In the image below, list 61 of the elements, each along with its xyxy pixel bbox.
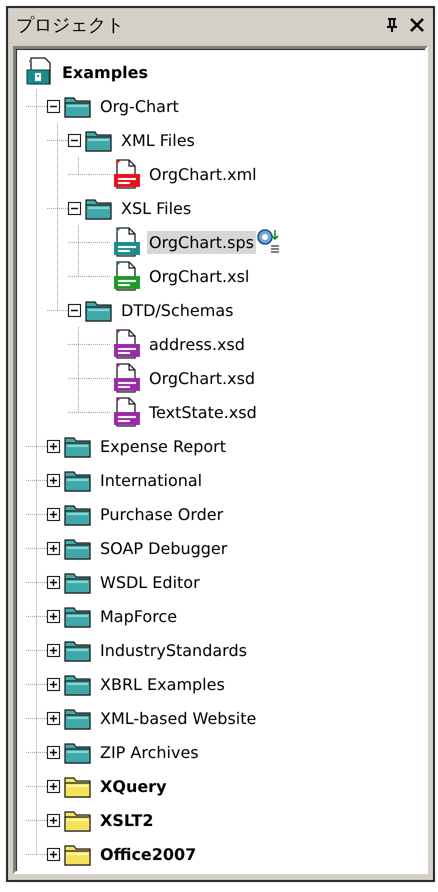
plus-icon [49, 646, 58, 654]
document-icon [111, 159, 141, 189]
folder-item[interactable]: Org-Chart [98, 94, 181, 118]
plus-icon [49, 748, 58, 756]
collapse-button[interactable] [68, 134, 81, 146]
file-item[interactable]: TextState.xsd [147, 400, 259, 424]
expand-button[interactable] [47, 814, 60, 826]
plus-icon [49, 442, 58, 450]
folder-item[interactable]: WSDL Editor [98, 570, 202, 594]
expand-button[interactable] [47, 440, 60, 452]
plus-icon [49, 850, 58, 858]
file-item[interactable]: OrgChart.sps [147, 230, 256, 254]
expand-button[interactable] [47, 542, 60, 554]
collapse-button[interactable] [47, 100, 60, 112]
expand-button[interactable] [47, 508, 60, 520]
document-icon [111, 329, 141, 359]
folder-item[interactable]: XML Files [119, 128, 197, 152]
folder-item[interactable]: ZIP Archives [98, 740, 201, 764]
plus-icon [49, 612, 58, 620]
folder-item[interactable]: SOAP Debugger [98, 536, 230, 560]
document-icon [111, 363, 141, 393]
folder-item[interactable]: XML-based Website [98, 706, 258, 730]
plus-icon [49, 782, 58, 790]
expand-button[interactable] [47, 474, 60, 486]
plus-icon [49, 578, 58, 586]
folder-item[interactable]: Expense Report [98, 434, 228, 458]
plus-icon [49, 476, 58, 484]
expand-button[interactable] [47, 610, 60, 622]
document-icon [111, 397, 141, 427]
plus-icon [49, 680, 58, 688]
file-item[interactable]: OrgChart.xml [147, 162, 259, 186]
file-item[interactable]: OrgChart.xsd [147, 366, 258, 390]
folder-item[interactable]: DTD/Schemas [119, 298, 236, 322]
collapse-button[interactable] [68, 304, 81, 316]
plus-icon [49, 510, 58, 518]
document-icon [111, 227, 141, 257]
expand-button[interactable] [47, 576, 60, 588]
panel-title: プロジェクト [16, 14, 125, 37]
expand-button[interactable] [47, 678, 60, 690]
document-icon [111, 261, 141, 291]
expand-button[interactable] [47, 780, 60, 792]
folder-item[interactable]: MapForce [98, 604, 180, 628]
folder-item[interactable]: XQuery [98, 774, 168, 798]
expand-button[interactable] [47, 746, 60, 758]
plus-icon [49, 816, 58, 824]
project-item[interactable]: Examples [60, 60, 150, 84]
file-item[interactable]: address.xsd [147, 332, 247, 356]
folder-item[interactable]: XSL Files [119, 196, 194, 220]
folder-item[interactable]: Office2007 [98, 842, 198, 866]
folder-item[interactable]: International [98, 468, 204, 492]
expand-button[interactable] [47, 712, 60, 724]
plus-icon [49, 714, 58, 722]
expand-button[interactable] [47, 644, 60, 656]
plus-icon [49, 544, 58, 552]
collapse-button[interactable] [68, 202, 81, 214]
folder-item[interactable]: Purchase Order [98, 502, 226, 526]
folder-item[interactable]: IndustryStandards [98, 638, 249, 662]
folder-item[interactable]: XSLT2 [98, 808, 156, 832]
expand-button[interactable] [47, 848, 60, 860]
file-item[interactable]: OrgChart.xsl [147, 264, 252, 288]
folder-item[interactable]: XBRL Examples [98, 672, 227, 696]
